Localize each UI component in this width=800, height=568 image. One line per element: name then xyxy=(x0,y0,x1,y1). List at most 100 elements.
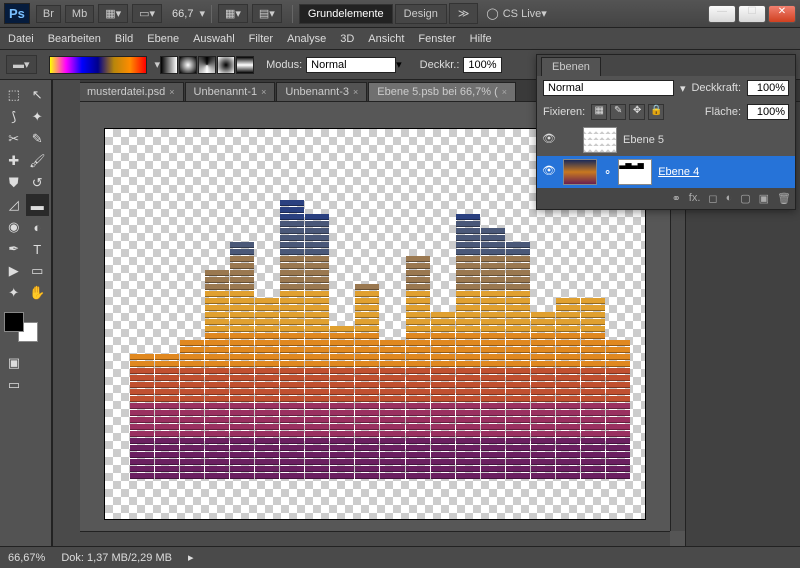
visibility-icon[interactable]: 👁 xyxy=(541,164,557,180)
layers-tab[interactable]: Ebenen xyxy=(541,57,601,76)
document-tab[interactable]: Ebene 5.psb bei 66,7% (× xyxy=(368,82,516,101)
workspace-grundelemente[interactable]: Grundelemente xyxy=(299,4,393,24)
radial-gradient-icon[interactable] xyxy=(179,56,197,74)
zoom-level[interactable]: 66,7 xyxy=(172,8,193,20)
link-layers-icon[interactable]: ⚭ xyxy=(672,192,681,205)
mask-thumb[interactable]: ▃▅▃▅ xyxy=(618,159,652,185)
arrange-docs-icon[interactable]: ▦▾ xyxy=(98,4,128,23)
layer-name[interactable]: Ebene 5 xyxy=(623,134,664,146)
blend-mode-select[interactable]: Normal xyxy=(306,57,396,73)
screenmode-icon[interactable]: ▭ xyxy=(2,374,26,396)
gradient-editor[interactable] xyxy=(49,56,147,74)
collapsed-panel-dock[interactable] xyxy=(52,80,80,546)
lock-all-icon[interactable]: 🔒 xyxy=(648,104,664,120)
eq-bar xyxy=(481,228,505,479)
window-minimize[interactable]: — xyxy=(708,5,736,23)
document-tab[interactable]: musterdatei.psd× xyxy=(78,82,184,101)
hand-tool[interactable]: ✋ xyxy=(26,282,50,304)
menu-fenster[interactable]: Fenster xyxy=(418,33,455,45)
linear-gradient-icon[interactable] xyxy=(160,56,178,74)
menu-3d[interactable]: 3D xyxy=(340,33,354,45)
guides-icon[interactable]: ▤▾ xyxy=(252,4,282,23)
marquee-tool[interactable]: ↖ xyxy=(26,84,50,106)
type-tool[interactable]: T xyxy=(26,238,50,260)
color-swatches[interactable] xyxy=(4,312,38,342)
workspace-design[interactable]: Design xyxy=(395,4,447,24)
document-tab[interactable]: Unbenannt-1× xyxy=(185,82,276,101)
extras-icon[interactable]: ▦▾ xyxy=(218,4,248,23)
trash-icon[interactable]: 🗑 xyxy=(777,192,791,205)
opacity-label: Deckkraft: xyxy=(691,82,741,94)
new-layer-icon[interactable]: ▣ xyxy=(759,192,769,205)
screen-mode-icon[interactable]: ▭▾ xyxy=(132,4,162,23)
fx-icon[interactable]: fx. xyxy=(689,192,701,205)
adjustment-icon[interactable]: ◐ xyxy=(726,192,733,205)
3d-tool[interactable]: ✦ xyxy=(2,282,26,304)
menu-bild[interactable]: Bild xyxy=(115,33,133,45)
menu-analyse[interactable]: Analyse xyxy=(287,33,326,45)
cslive-button[interactable]: CS Live xyxy=(503,8,542,20)
horizontal-scrollbar[interactable] xyxy=(80,531,670,546)
dodge-tool[interactable]: ◐ xyxy=(26,216,50,238)
window-maximize[interactable]: ☐ xyxy=(738,5,766,23)
bridge-icon[interactable]: Br xyxy=(36,5,61,23)
layer-row[interactable]: 👁⚬▃▅▃▅Ebene 4 xyxy=(537,156,795,188)
window-close[interactable]: ✕ xyxy=(768,5,796,23)
stamp-tool[interactable]: ⛊ xyxy=(2,172,26,194)
menu-datei[interactable]: Datei xyxy=(8,33,34,45)
layer-opacity-field[interactable]: 100% xyxy=(747,80,789,96)
menu-filter[interactable]: Filter xyxy=(249,33,273,45)
opacity-field[interactable]: 100% xyxy=(463,57,501,73)
eq-bar xyxy=(506,242,530,479)
menu-auswahl[interactable]: Auswahl xyxy=(193,33,235,45)
close-icon[interactable]: × xyxy=(502,87,507,97)
lock-pixels-icon[interactable]: ✎ xyxy=(610,104,626,120)
status-zoom[interactable]: 66,67% xyxy=(8,552,45,564)
blur-tool[interactable]: ◉ xyxy=(2,216,26,238)
group-icon[interactable]: ▢ xyxy=(740,192,750,205)
visibility-icon[interactable]: 👁 xyxy=(541,132,557,148)
pen-tool[interactable]: ✒ xyxy=(2,238,26,260)
close-icon[interactable]: × xyxy=(353,87,358,97)
document-tab[interactable]: Unbenannt-3× xyxy=(276,82,367,101)
heal-tool[interactable]: ✚ xyxy=(2,150,26,172)
brush-tool[interactable]: 🖌 xyxy=(26,150,50,172)
eq-bar xyxy=(280,200,304,479)
lock-transparency-icon[interactable]: ▦ xyxy=(591,104,607,120)
lasso-tool[interactable]: ⟆ xyxy=(2,106,26,128)
angle-gradient-icon[interactable] xyxy=(198,56,216,74)
gradient-tool[interactable]: ▬ xyxy=(26,194,50,216)
menu-ebene[interactable]: Ebene xyxy=(147,33,179,45)
history-brush-tool[interactable]: ↺ xyxy=(26,172,50,194)
workspace-more[interactable]: ≫ xyxy=(449,3,479,24)
wand-tool[interactable]: ✦ xyxy=(26,106,50,128)
move-tool[interactable]: ⬚ xyxy=(2,84,26,106)
menu-bearbeiten[interactable]: Bearbeiten xyxy=(48,33,101,45)
mask-icon[interactable]: ◻ xyxy=(708,192,717,205)
quickmask-icon[interactable]: ▣ xyxy=(2,352,26,374)
eq-bar xyxy=(456,214,480,479)
reflected-gradient-icon[interactable] xyxy=(217,56,235,74)
layer-thumb[interactable] xyxy=(563,159,597,185)
layers-panel: Ebenen Normal▾ Deckkraft: 100% Fixieren:… xyxy=(536,54,796,210)
diamond-gradient-icon[interactable] xyxy=(236,56,254,74)
eq-bar xyxy=(130,354,154,479)
minibridge-icon[interactable]: Mb xyxy=(65,5,94,23)
lock-position-icon[interactable]: ✥ xyxy=(629,104,645,120)
layer-fill-field[interactable]: 100% xyxy=(747,104,789,120)
close-icon[interactable]: × xyxy=(169,87,174,97)
menu-hilfe[interactable]: Hilfe xyxy=(470,33,492,45)
gradient-tool-preset[interactable]: ▬▾ xyxy=(6,55,37,74)
layer-name[interactable]: Ebene 4 xyxy=(658,166,699,178)
eraser-tool[interactable]: ◿ xyxy=(2,194,26,216)
shape-tool[interactable]: ▭ xyxy=(26,260,50,282)
menu-ansicht[interactable]: Ansicht xyxy=(368,33,404,45)
eyedropper-tool[interactable]: ✎ xyxy=(26,128,50,150)
layer-row[interactable]: 👁 Ebene 5 xyxy=(537,124,795,156)
fill-label: Fläche: xyxy=(705,106,741,118)
crop-tool[interactable]: ✂ xyxy=(2,128,26,150)
path-select-tool[interactable]: ▶ xyxy=(2,260,26,282)
layer-blend-select[interactable]: Normal xyxy=(543,80,674,96)
close-icon[interactable]: × xyxy=(261,87,266,97)
layer-thumb[interactable] xyxy=(583,127,617,153)
